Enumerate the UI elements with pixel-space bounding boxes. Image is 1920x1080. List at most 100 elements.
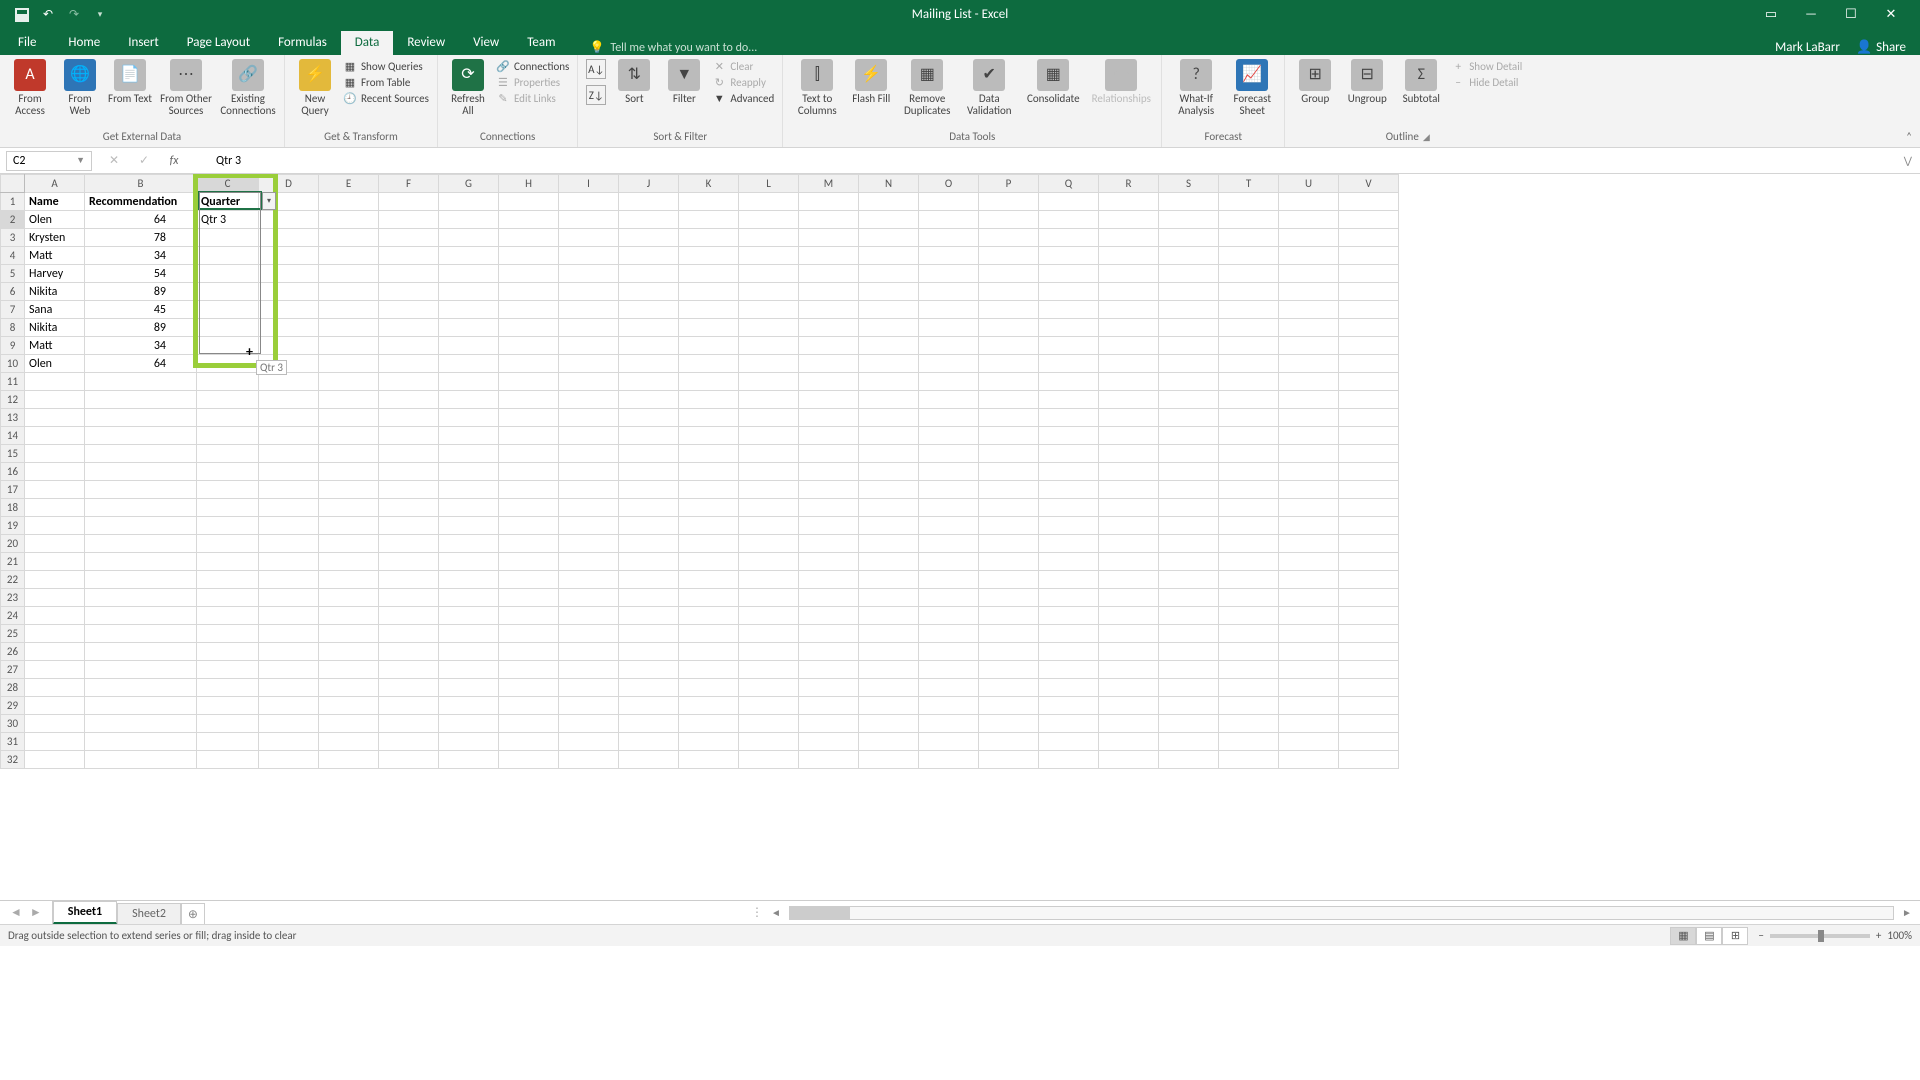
cell-Q9[interactable] — [1039, 337, 1099, 355]
sheet-tab-sheet2[interactable]: Sheet2 — [117, 903, 181, 924]
cell-Q26[interactable] — [1039, 643, 1099, 661]
cell-D3[interactable] — [259, 229, 319, 247]
cell-G5[interactable] — [439, 265, 499, 283]
cell-P11[interactable] — [979, 373, 1039, 391]
cell-V2[interactable] — [1339, 211, 1399, 229]
cell-S29[interactable] — [1159, 697, 1219, 715]
cell-L16[interactable] — [739, 463, 799, 481]
insert-function-icon[interactable]: fx — [166, 154, 182, 168]
cell-C23[interactable] — [197, 589, 259, 607]
cell-M5[interactable] — [799, 265, 859, 283]
cell-V9[interactable] — [1339, 337, 1399, 355]
cell-L27[interactable] — [739, 661, 799, 679]
tab-team[interactable]: Team — [513, 31, 569, 55]
cell-L25[interactable] — [739, 625, 799, 643]
cell-E9[interactable] — [319, 337, 379, 355]
cell-A25[interactable] — [25, 625, 85, 643]
cell-N25[interactable] — [859, 625, 919, 643]
cell-D7[interactable] — [259, 301, 319, 319]
cell-O27[interactable] — [919, 661, 979, 679]
zoom-out-button[interactable]: − — [1758, 929, 1763, 942]
row-header-15[interactable]: 15 — [1, 445, 25, 463]
cell-B13[interactable] — [85, 409, 197, 427]
cell-R20[interactable] — [1099, 535, 1159, 553]
cell-Q32[interactable] — [1039, 751, 1099, 769]
cell-V20[interactable] — [1339, 535, 1399, 553]
cell-U4[interactable] — [1279, 247, 1339, 265]
cell-C9[interactable] — [197, 337, 259, 355]
cell-S18[interactable] — [1159, 499, 1219, 517]
cell-B32[interactable] — [85, 751, 197, 769]
hscroll-left-icon[interactable]: ◄ — [769, 906, 783, 919]
column-header-V[interactable]: V — [1339, 175, 1399, 193]
page-layout-view-button[interactable]: ▤ — [1696, 927, 1722, 945]
cell-M2[interactable] — [799, 211, 859, 229]
cell-B15[interactable] — [85, 445, 197, 463]
cell-F5[interactable] — [379, 265, 439, 283]
cell-N9[interactable] — [859, 337, 919, 355]
cell-F3[interactable] — [379, 229, 439, 247]
cell-E29[interactable] — [319, 697, 379, 715]
cell-J8[interactable] — [619, 319, 679, 337]
cell-F7[interactable] — [379, 301, 439, 319]
cell-A9[interactable]: Matt — [25, 337, 85, 355]
cell-U29[interactable] — [1279, 697, 1339, 715]
cell-J26[interactable] — [619, 643, 679, 661]
cell-N17[interactable] — [859, 481, 919, 499]
cell-H9[interactable] — [499, 337, 559, 355]
cell-B14[interactable] — [85, 427, 197, 445]
cell-G13[interactable] — [439, 409, 499, 427]
cell-V19[interactable] — [1339, 517, 1399, 535]
cell-J10[interactable] — [619, 355, 679, 373]
cell-J7[interactable] — [619, 301, 679, 319]
cell-V25[interactable] — [1339, 625, 1399, 643]
cell-U19[interactable] — [1279, 517, 1339, 535]
cell-T23[interactable] — [1219, 589, 1279, 607]
cell-U7[interactable] — [1279, 301, 1339, 319]
row-header-18[interactable]: 18 — [1, 499, 25, 517]
cell-J27[interactable] — [619, 661, 679, 679]
cell-T19[interactable] — [1219, 517, 1279, 535]
row-header-29[interactable]: 29 — [1, 697, 25, 715]
cell-C32[interactable] — [197, 751, 259, 769]
cell-N15[interactable] — [859, 445, 919, 463]
cell-P10[interactable] — [979, 355, 1039, 373]
cell-Q22[interactable] — [1039, 571, 1099, 589]
cell-F27[interactable] — [379, 661, 439, 679]
cell-K28[interactable] — [679, 679, 739, 697]
cell-D28[interactable] — [259, 679, 319, 697]
cell-U9[interactable] — [1279, 337, 1339, 355]
cell-C24[interactable] — [197, 607, 259, 625]
cell-K30[interactable] — [679, 715, 739, 733]
cell-A4[interactable]: Matt — [25, 247, 85, 265]
cell-M1[interactable] — [799, 193, 859, 211]
row-header-13[interactable]: 13 — [1, 409, 25, 427]
cell-C1[interactable]: Quarter — [197, 193, 259, 211]
remove-duplicates-button[interactable]: ▦Remove Duplicates — [899, 59, 955, 117]
cell-R29[interactable] — [1099, 697, 1159, 715]
cell-H25[interactable] — [499, 625, 559, 643]
maximize-icon[interactable]: ☐ — [1842, 6, 1860, 24]
cell-Q6[interactable] — [1039, 283, 1099, 301]
cell-S20[interactable] — [1159, 535, 1219, 553]
row-header-24[interactable]: 24 — [1, 607, 25, 625]
cell-P29[interactable] — [979, 697, 1039, 715]
cell-P6[interactable] — [979, 283, 1039, 301]
cell-I1[interactable] — [559, 193, 619, 211]
cell-B23[interactable] — [85, 589, 197, 607]
share-button[interactable]: 👤 Share — [1856, 40, 1906, 55]
cell-R15[interactable] — [1099, 445, 1159, 463]
cell-V14[interactable] — [1339, 427, 1399, 445]
cell-P26[interactable] — [979, 643, 1039, 661]
cell-R21[interactable] — [1099, 553, 1159, 571]
cell-Q27[interactable] — [1039, 661, 1099, 679]
enter-formula-icon[interactable]: ✓ — [136, 153, 152, 168]
cell-I28[interactable] — [559, 679, 619, 697]
cell-T27[interactable] — [1219, 661, 1279, 679]
cell-S13[interactable] — [1159, 409, 1219, 427]
cell-L23[interactable] — [739, 589, 799, 607]
cell-I3[interactable] — [559, 229, 619, 247]
cell-G2[interactable] — [439, 211, 499, 229]
cell-R4[interactable] — [1099, 247, 1159, 265]
cell-G29[interactable] — [439, 697, 499, 715]
